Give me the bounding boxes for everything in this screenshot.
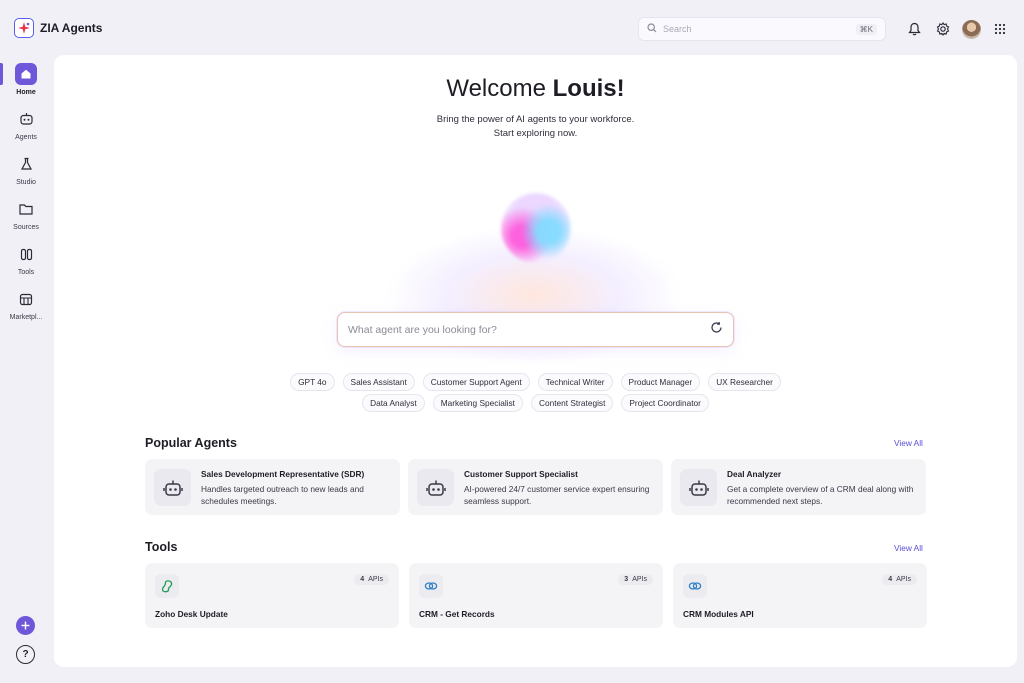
chip-data-analyst[interactable]: Data Analyst — [362, 394, 425, 412]
sidebar-item-label: Home — [16, 89, 36, 96]
chip-gpt-4o[interactable]: GPT 4o — [290, 373, 335, 391]
main-panel: Welcome Louis! Bring the power of AI age… — [54, 55, 1017, 667]
suggestion-chips-row-2: Data Analyst Marketing Specialist Conten… — [54, 394, 1017, 412]
page-title: Welcome Louis! — [54, 75, 1017, 103]
api-unit: APIs — [368, 576, 383, 583]
agent-description: AI-powered 24/7 customer service expert … — [464, 484, 650, 506]
tools-title: Tools — [145, 540, 178, 554]
sidebar-item-tools[interactable]: Tools — [0, 243, 52, 276]
agent-card-sdr[interactable]: Sales Development Representative (SDR) H… — [145, 459, 400, 515]
api-count-badge: 4 APIs — [354, 574, 389, 585]
chip-content-strategist[interactable]: Content Strategist — [530, 394, 614, 412]
tool-card-crm-get-records[interactable]: 3 APIs CRM - Get Records — [409, 563, 663, 628]
tool-name: CRM Modules API — [683, 609, 754, 619]
agent-description: Get a complete overview of a CRM deal al… — [727, 484, 914, 506]
tools-view-all[interactable]: View All — [894, 543, 923, 553]
sidebar-item-label: Marketpl... — [9, 314, 43, 321]
sidebar-item-label: Tools — [17, 269, 35, 276]
add-button[interactable] — [16, 616, 35, 635]
agent-name: Customer Support Specialist — [464, 469, 578, 479]
agent-description: Handles targeted outreach to new leads a… — [201, 484, 364, 506]
help-button[interactable]: ? — [16, 645, 35, 664]
top-bar: ZIA Agents ⌘K — [0, 0, 1024, 56]
link-icon — [683, 574, 707, 598]
api-count-badge: 3 APIs — [618, 574, 653, 585]
store-icon — [15, 288, 37, 310]
app-name: ZIA Agents — [40, 21, 103, 35]
sidebar: Home Agents Studio Sources Tools Marketp… — [0, 56, 52, 683]
grid-icon[interactable] — [992, 21, 1008, 37]
tool-name: Zoho Desk Update — [155, 609, 228, 619]
chip-customer-support-agent[interactable]: Customer Support Agent — [422, 373, 530, 391]
home-icon — [15, 63, 37, 85]
gear-icon[interactable] — [935, 21, 951, 37]
zia-logo-icon — [14, 18, 34, 38]
api-unit: APIs — [896, 576, 911, 583]
search-icon — [647, 20, 657, 38]
chip-project-coordinator[interactable]: Project Coordinator — [621, 394, 709, 412]
refresh-icon[interactable] — [710, 321, 723, 339]
desk-icon — [155, 574, 179, 598]
avatar[interactable] — [962, 20, 981, 39]
tool-card-zoho-desk-update[interactable]: 4 APIs Zoho Desk Update — [145, 563, 399, 628]
tool-name: CRM - Get Records — [419, 609, 495, 619]
robot-icon — [15, 108, 37, 130]
robot-icon — [680, 469, 717, 506]
api-count: 4 — [360, 576, 365, 583]
agent-search[interactable] — [337, 312, 734, 347]
sidebar-item-home[interactable]: Home — [0, 63, 52, 96]
sidebar-item-marketplace[interactable]: Marketpl... — [0, 288, 52, 321]
chip-technical-writer[interactable]: Technical Writer — [537, 373, 613, 391]
agent-card-customer-support[interactable]: Customer Support Specialist AI-powered 2… — [408, 459, 663, 515]
agent-card-deal-analyzer[interactable]: Deal Analyzer Get a complete overview of… — [671, 459, 926, 515]
chip-marketing-specialist[interactable]: Marketing Specialist — [432, 394, 523, 412]
robot-icon — [417, 469, 454, 506]
robot-icon — [154, 469, 191, 506]
agent-search-input[interactable] — [348, 323, 710, 336]
suggestion-chips-row-1: GPT 4o Sales Assistant Customer Support … — [54, 373, 1017, 391]
global-search[interactable]: ⌘K — [638, 17, 886, 41]
agent-name: Sales Development Representative (SDR) — [201, 469, 365, 479]
api-unit: APIs — [632, 576, 647, 583]
sidebar-item-sources[interactable]: Sources — [0, 198, 52, 231]
popular-agents-title: Popular Agents — [145, 436, 237, 450]
sidebar-item-label: Studio — [16, 179, 36, 186]
global-search-input[interactable] — [663, 24, 850, 34]
welcome-greeting: Welcome — [446, 75, 546, 102]
api-count: 3 — [624, 576, 629, 583]
sidebar-item-agents[interactable]: Agents — [0, 108, 52, 141]
sidebar-item-studio[interactable]: Studio — [0, 153, 52, 186]
hero-subtitle-2: Start exploring now. — [493, 128, 578, 139]
api-count-badge: 4 APIs — [882, 574, 917, 585]
hero-subtitle-1: Bring the power of AI agents to your wor… — [436, 114, 635, 125]
sidebar-item-label: Sources — [13, 224, 39, 231]
bell-icon[interactable] — [906, 21, 922, 37]
chip-sales-assistant[interactable]: Sales Assistant — [342, 373, 415, 391]
popular-agents-view-all[interactable]: View All — [894, 438, 923, 448]
folder-icon — [15, 198, 37, 220]
agent-name: Deal Analyzer — [727, 469, 782, 479]
welcome-user: Louis! — [552, 75, 625, 102]
flask-icon — [15, 153, 37, 175]
sidebar-item-label: Agents — [15, 134, 37, 141]
brand[interactable]: ZIA Agents — [14, 18, 102, 38]
ai-orb-graphic — [501, 193, 571, 263]
tool-card-crm-modules-api[interactable]: 4 APIs CRM Modules API — [673, 563, 927, 628]
tools-icon — [15, 243, 37, 265]
link-icon — [419, 574, 443, 598]
api-count: 4 — [888, 576, 893, 583]
search-shortcut: ⌘K — [855, 23, 877, 35]
chip-ux-researcher[interactable]: UX Researcher — [708, 373, 781, 391]
chip-product-manager[interactable]: Product Manager — [620, 373, 701, 391]
